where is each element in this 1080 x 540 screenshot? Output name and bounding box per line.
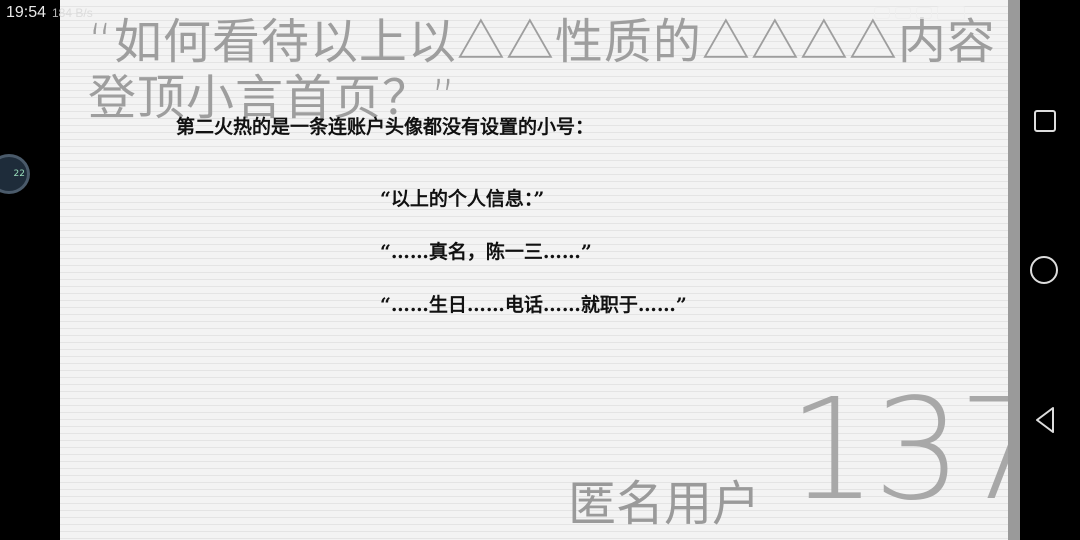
screen: “如何看待以上以△△性质的△△△△内容登顶小言首页？” 第二火热的是一条连账户头… xyxy=(0,0,1080,540)
status-time: 19:54 xyxy=(6,4,47,21)
alarm-icon xyxy=(895,7,911,19)
author-name: 匿名用户 xyxy=(568,476,761,532)
android-nav-bar xyxy=(1020,0,1080,540)
quote-line-1: “以上的个人信息：” xyxy=(380,188,545,210)
page-edge-scrollbar[interactable] xyxy=(1008,0,1020,540)
headset-icon xyxy=(916,7,932,19)
status-icons xyxy=(874,6,965,20)
battery-icon xyxy=(937,6,965,20)
floating-assistant-bubble[interactable]: 22 xyxy=(0,154,30,194)
cast-icon xyxy=(874,7,890,19)
subtitle-line: 第二火热的是一条连账户头像都没有设置的小号： xyxy=(176,116,595,138)
quote-line-3: “……生日……电话……就职于……” xyxy=(380,294,687,316)
square-recent-icon[interactable] xyxy=(1034,110,1056,132)
page-title: “如何看待以上以△△性质的△△△△内容登顶小言首页？” xyxy=(88,14,996,126)
quote-line-2: “……真名，陈一三……” xyxy=(380,241,592,263)
status-net-speed: 184 B/s xyxy=(52,6,93,20)
page-number: 137 xyxy=(788,369,1008,532)
reader-page[interactable]: “如何看待以上以△△性质的△△△△内容登顶小言首页？” 第二火热的是一条连账户头… xyxy=(60,0,1008,540)
circle-home-icon[interactable] xyxy=(1030,256,1058,284)
triangle-back-icon[interactable] xyxy=(1033,406,1057,434)
